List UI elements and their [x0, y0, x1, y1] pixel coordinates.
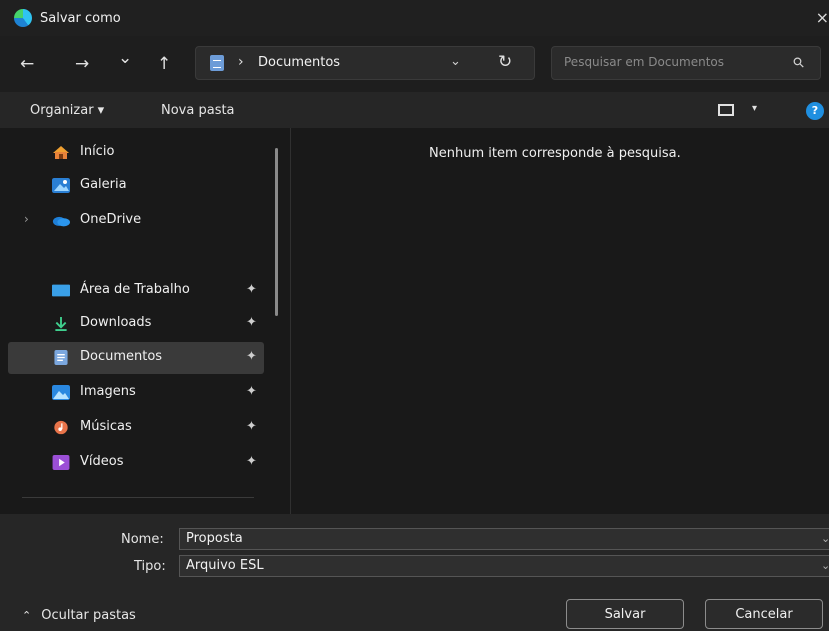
- file-name-dropdown-chevron-icon[interactable]: ⌄: [821, 532, 829, 545]
- music-icon: [54, 420, 68, 435]
- hide-folders-button[interactable]: ⌃ Ocultar pastas: [22, 608, 136, 623]
- sidebar-item-label: OneDrive: [80, 212, 142, 227]
- sidebar-item-onedrive[interactable]: › OneDrive: [8, 205, 264, 237]
- file-name-field[interactable]: Proposta ⌄: [179, 528, 829, 550]
- refresh-icon[interactable]: ↻: [498, 52, 512, 72]
- videos-icon: [52, 455, 70, 470]
- documents-folder-icon: [210, 55, 224, 71]
- search-input[interactable]: [564, 55, 774, 69]
- breadcrumb-documentos[interactable]: Documentos: [258, 55, 340, 70]
- sidebar-item-label: Imagens: [80, 384, 136, 399]
- edge-app-icon: [14, 9, 32, 27]
- file-name-label: Nome:: [121, 532, 164, 547]
- sidebar-item-musicas[interactable]: Músicas ✦: [8, 412, 264, 444]
- view-layout-icon[interactable]: [718, 104, 734, 116]
- pin-icon[interactable]: ✦: [246, 315, 257, 330]
- sidebar-item-label: Vídeos: [80, 454, 124, 469]
- gallery-icon: [52, 178, 70, 193]
- new-folder-button[interactable]: Nova pasta: [161, 103, 235, 118]
- window-title: Salvar como: [40, 10, 121, 26]
- sidebar-item-downloads[interactable]: Downloads ✦: [8, 308, 264, 340]
- sidebar-item-videos[interactable]: Vídeos ✦: [8, 447, 264, 479]
- title-bar: Salvar como ×: [0, 0, 829, 36]
- desktop-icon: [52, 284, 70, 297]
- cloud-icon: [52, 216, 70, 227]
- sidebar-item-inicio[interactable]: Início: [8, 137, 264, 169]
- empty-search-message: Nenhum item corresponde à pesquisa.: [429, 146, 681, 161]
- sidebar-item-label: Área de Trabalho: [80, 282, 190, 297]
- address-bar[interactable]: › Documentos ⌄ ↻: [195, 46, 535, 80]
- pin-icon[interactable]: ✦: [246, 419, 257, 434]
- cancel-button[interactable]: Cancelar: [705, 599, 823, 629]
- file-type-label: Tipo:: [134, 559, 166, 574]
- download-icon: [55, 316, 67, 331]
- sidebar-item-label: Downloads: [80, 315, 152, 330]
- documents-icon: [54, 350, 68, 365]
- recent-locations-chevron-icon[interactable]: ⌄: [118, 48, 132, 68]
- sidebar-item-label: Galeria: [80, 177, 127, 192]
- pin-icon[interactable]: ✦: [246, 384, 257, 399]
- file-type-select[interactable]: Arquivo ESL ⌄: [179, 555, 829, 577]
- file-type-value[interactable]: Arquivo ESL: [186, 558, 264, 573]
- save-button[interactable]: Salvar: [566, 599, 684, 629]
- sidebar-item-area-de-trabalho[interactable]: Área de Trabalho ✦: [8, 275, 264, 307]
- sidebar-item-imagens[interactable]: Imagens ✦: [8, 377, 264, 409]
- sidebar-item-label: Documentos: [80, 349, 163, 364]
- home-icon: [53, 146, 69, 159]
- expand-chevron-icon[interactable]: ›: [24, 212, 29, 226]
- command-toolbar: Organizar ▾ Nova pasta ▾ ?: [0, 92, 829, 128]
- help-icon[interactable]: ?: [806, 102, 824, 120]
- back-arrow-icon[interactable]: ←: [20, 54, 34, 74]
- sidebar-item-label: Músicas: [80, 419, 132, 434]
- sidebar-scrollbar[interactable]: [275, 148, 278, 316]
- search-icon[interactable]: ⚲: [790, 54, 809, 73]
- hide-folders-label: Ocultar pastas: [41, 608, 136, 623]
- file-type-dropdown-chevron-icon[interactable]: ⌄: [821, 559, 829, 572]
- close-icon[interactable]: ×: [816, 8, 829, 27]
- save-form: Nome: Proposta ⌄ Tipo: Arquivo ESL ⌄ ⌃ Oc…: [0, 514, 829, 631]
- breadcrumb-separator-icon: ›: [238, 54, 244, 70]
- pictures-icon: [52, 385, 70, 400]
- chevron-up-icon: ⌃: [22, 609, 32, 622]
- pin-icon[interactable]: ✦: [246, 282, 257, 297]
- search-box[interactable]: ⚲: [551, 46, 821, 80]
- sidebar-item-galeria[interactable]: Galeria: [8, 170, 264, 202]
- view-options-chevron-icon[interactable]: ▾: [752, 103, 757, 114]
- file-list-area[interactable]: Nenhum item corresponde à pesquisa.: [291, 128, 829, 514]
- forward-arrow-icon[interactable]: →: [75, 54, 89, 74]
- sidebar-item-documentos[interactable]: Documentos ✦: [8, 342, 264, 374]
- file-name-value[interactable]: Proposta: [186, 531, 243, 546]
- pin-icon[interactable]: ✦: [246, 454, 257, 469]
- sidebar-item-label: Início: [80, 144, 115, 159]
- organize-menu-button[interactable]: Organizar ▾: [30, 103, 104, 118]
- up-arrow-icon[interactable]: ↑: [157, 54, 171, 74]
- sidebar-separator: [22, 497, 254, 498]
- address-dropdown-chevron-icon[interactable]: ⌄: [450, 54, 461, 69]
- pin-icon[interactable]: ✦: [246, 349, 257, 364]
- navigation-pane[interactable]: Início Galeria › OneDrive Área de Trabal…: [0, 128, 290, 514]
